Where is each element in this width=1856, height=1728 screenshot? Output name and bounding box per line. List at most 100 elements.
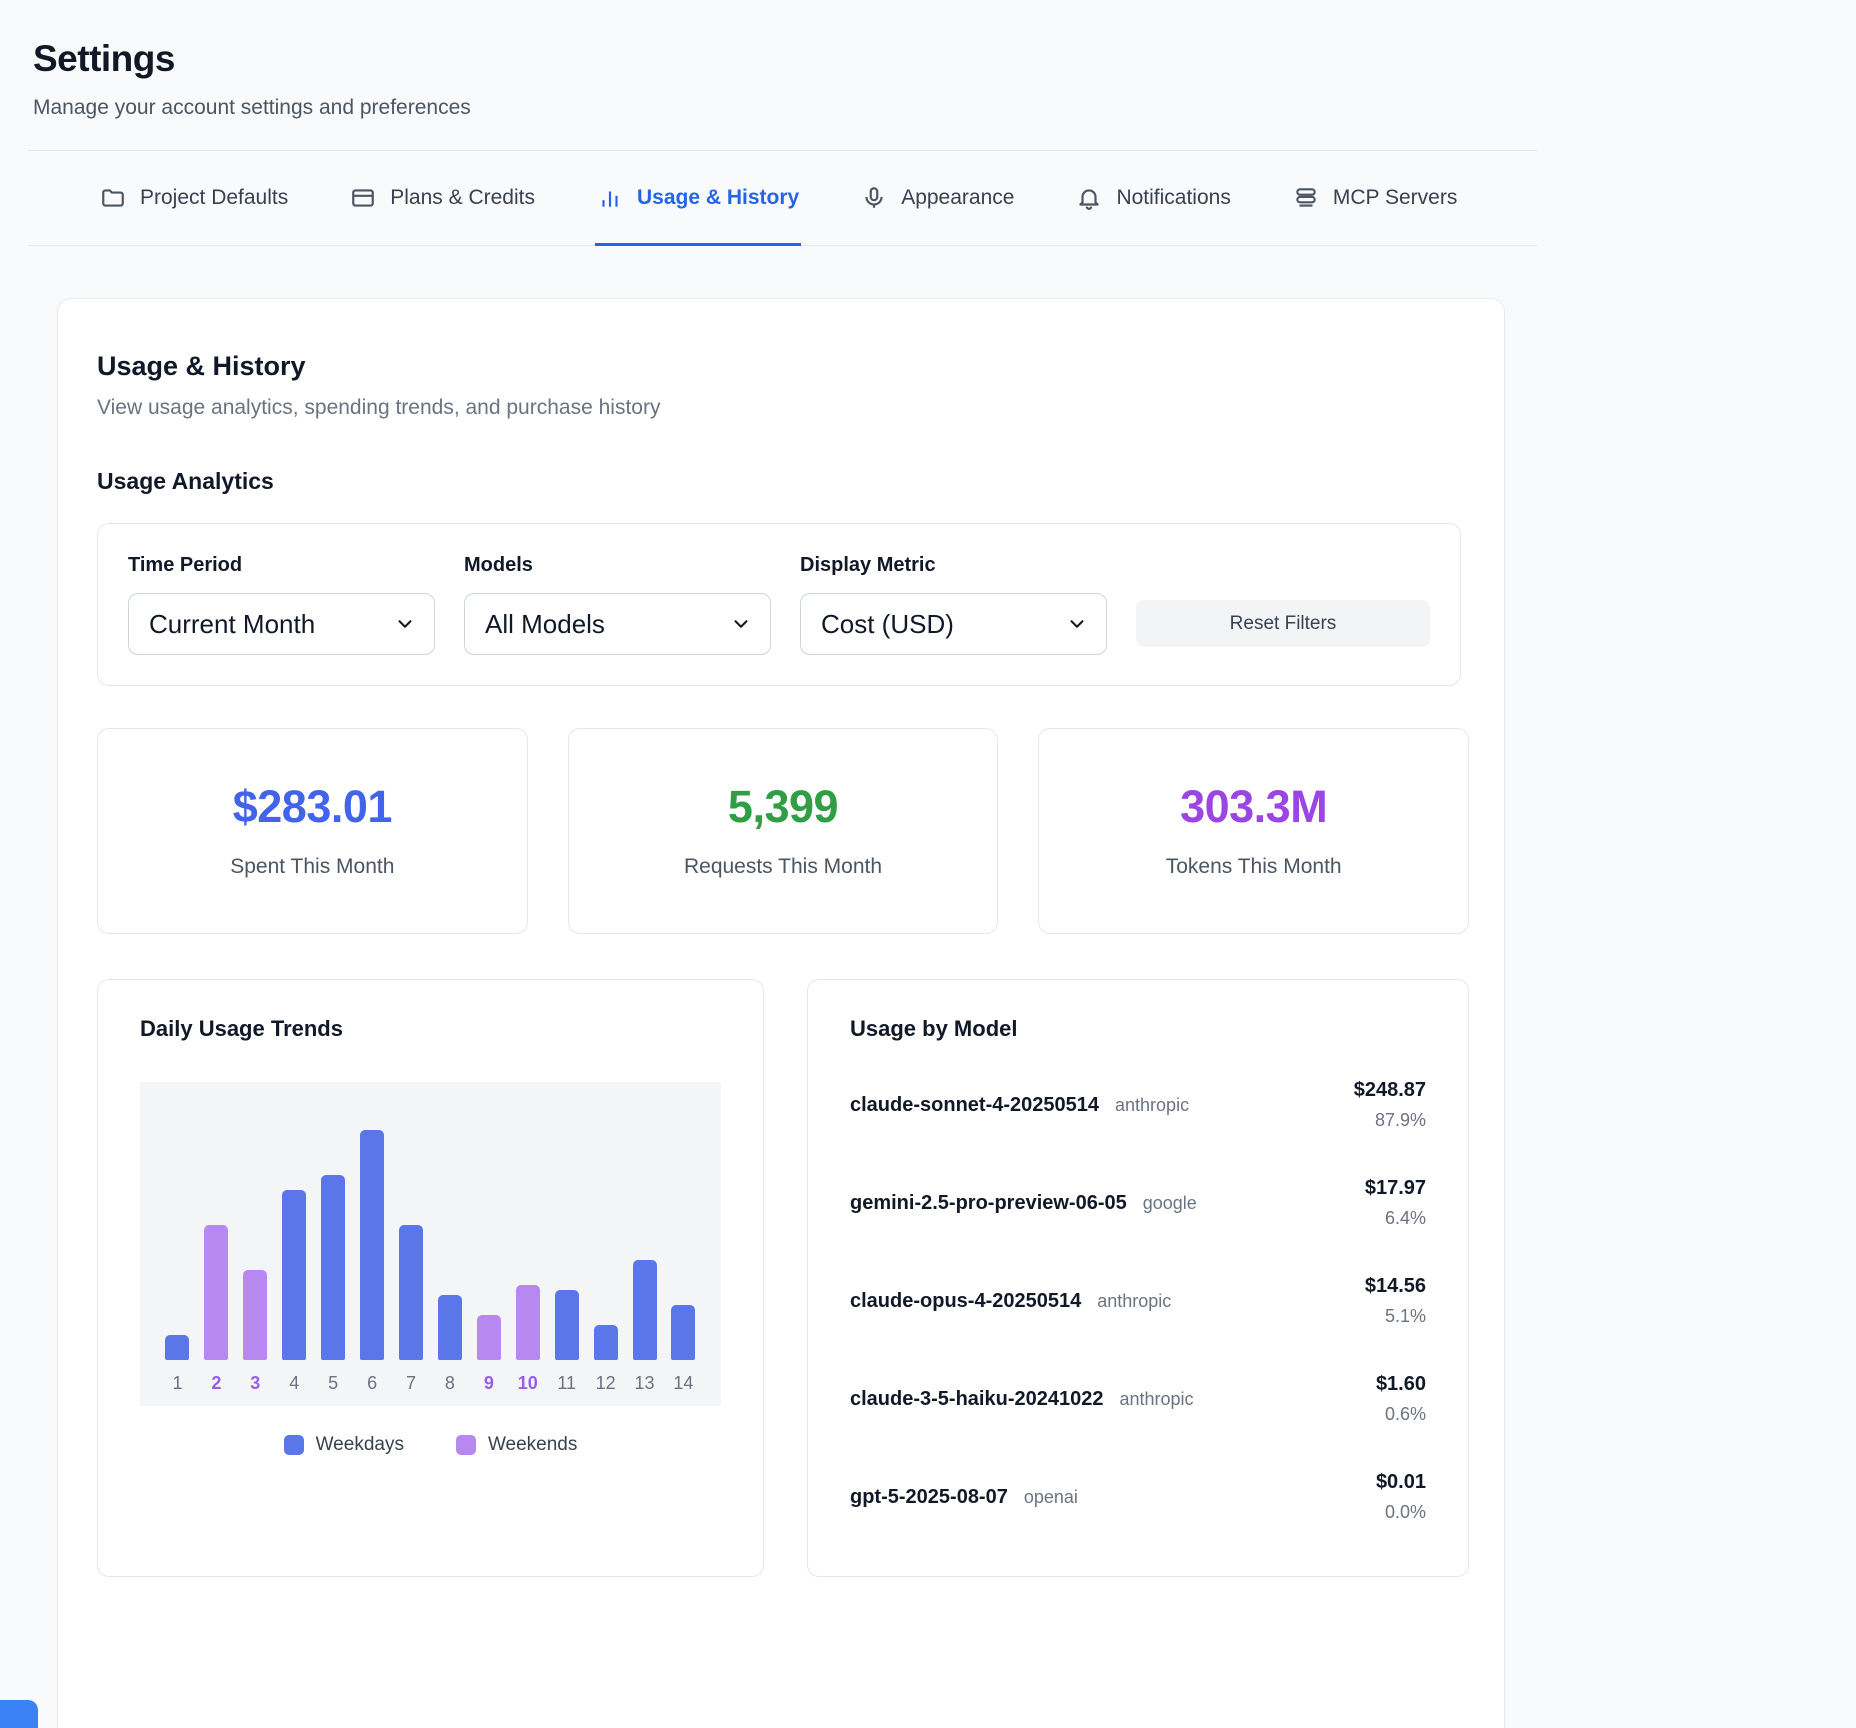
x-label-day-2: 2 <box>197 1373 236 1394</box>
bar-day-1 <box>165 1335 189 1360</box>
models-select[interactable]: All Models <box>464 593 771 655</box>
time-period-group: Time Period Current Month <box>128 554 435 655</box>
model-provider: anthropic <box>1115 1095 1189 1116</box>
stat-value-requests: 5,399 <box>579 781 988 833</box>
usage-by-model-title: Usage by Model <box>850 1016 1426 1042</box>
bar-day-9 <box>477 1315 501 1360</box>
model-name: claude-3-5-haiku-20241022 <box>850 1388 1103 1411</box>
page-title: Settings <box>33 38 1509 80</box>
model-percent: 5.1% <box>1365 1306 1426 1327</box>
legend-item-weekends: Weekends <box>456 1434 577 1456</box>
model-percent: 0.0% <box>1376 1502 1426 1523</box>
credit-card-icon <box>350 185 376 211</box>
model-name: claude-opus-4-20250514 <box>850 1290 1081 1313</box>
tab-label: Project Defaults <box>140 186 288 210</box>
model-row: gemini-2.5-pro-preview-06-05 google $17.… <box>850 1154 1426 1252</box>
tab-label: MCP Servers <box>1333 186 1457 210</box>
bar-day-6 <box>360 1130 384 1360</box>
bar-cell-day-4 <box>275 1116 314 1360</box>
x-label-day-5: 5 <box>314 1373 353 1394</box>
microphone-icon <box>861 185 887 211</box>
bar-day-12 <box>594 1325 618 1360</box>
tab-mcp-servers[interactable]: MCP Servers <box>1291 151 1459 246</box>
tab-plans-credits[interactable]: Plans & Credits <box>348 151 537 246</box>
bar-day-14 <box>671 1305 695 1360</box>
model-row: gpt-5-2025-08-07 openai $0.01 0.0% <box>850 1448 1426 1546</box>
tab-label: Plans & Credits <box>390 186 535 210</box>
model-percent: 6.4% <box>1365 1208 1426 1229</box>
x-label-day-9: 9 <box>469 1373 508 1394</box>
display-metric-group: Display Metric Cost (USD) <box>800 554 1107 655</box>
model-name: gemini-2.5-pro-preview-06-05 <box>850 1192 1127 1215</box>
chevron-down-icon <box>394 613 416 635</box>
model-provider: anthropic <box>1097 1291 1171 1312</box>
bar-cell-day-5 <box>314 1116 353 1360</box>
usage-analytics-heading: Usage Analytics <box>97 468 1465 495</box>
bar-day-4 <box>282 1190 306 1360</box>
stat-card-tokens: 303.3M Tokens This Month <box>1038 728 1469 934</box>
page-header: Settings Manage your account settings an… <box>0 0 1537 120</box>
tab-usage-history[interactable]: Usage & History <box>595 151 801 246</box>
weekends-swatch <box>456 1435 476 1455</box>
bar-cell-day-2 <box>197 1116 236 1360</box>
floating-widget-button[interactable] <box>0 1700 38 1728</box>
x-label-day-12: 12 <box>586 1373 625 1394</box>
x-label-day-3: 3 <box>236 1373 275 1394</box>
model-percent: 87.9% <box>1354 1110 1426 1131</box>
display-metric-value: Cost (USD) <box>821 609 954 640</box>
bar-cell-day-1 <box>158 1116 197 1360</box>
tab-notifications[interactable]: Notifications <box>1074 151 1232 246</box>
bar-cell-day-9 <box>469 1116 508 1360</box>
model-row: claude-3-5-haiku-20241022 anthropic $1.6… <box>850 1350 1426 1448</box>
model-cost: $17.97 <box>1365 1177 1426 1200</box>
bar-cell-day-13 <box>625 1116 664 1360</box>
bar-cell-day-3 <box>236 1116 275 1360</box>
x-label-day-11: 11 <box>547 1373 586 1394</box>
bar-day-8 <box>438 1295 462 1360</box>
bell-icon <box>1076 185 1102 211</box>
model-percent: 0.6% <box>1376 1404 1426 1425</box>
filter-bar: Time Period Current Month Models All Mod… <box>97 523 1461 686</box>
bar-cell-day-8 <box>430 1116 469 1360</box>
tab-label: Usage & History <box>637 186 799 210</box>
tab-label: Notifications <box>1116 186 1230 210</box>
models-value: All Models <box>485 609 605 640</box>
tab-appearance[interactable]: Appearance <box>859 151 1016 246</box>
bar-day-3 <box>243 1270 267 1360</box>
model-row: claude-sonnet-4-20250514 anthropic $248.… <box>850 1056 1426 1154</box>
bar-day-13 <box>633 1260 657 1360</box>
bar-cell-day-6 <box>353 1116 392 1360</box>
model-provider: openai <box>1024 1487 1078 1508</box>
page-column: Settings Manage your account settings an… <box>0 0 1537 1728</box>
x-label-day-10: 10 <box>508 1373 547 1394</box>
models-group: Models All Models <box>464 554 771 655</box>
time-period-value: Current Month <box>149 609 315 640</box>
x-label-day-14: 14 <box>664 1373 703 1394</box>
bar-cell-day-10 <box>508 1116 547 1360</box>
model-name: gpt-5-2025-08-07 <box>850 1486 1008 1509</box>
bar-cell-day-14 <box>664 1116 703 1360</box>
model-row: claude-opus-4-20250514 anthropic $14.56 … <box>850 1252 1426 1350</box>
time-period-select[interactable]: Current Month <box>128 593 435 655</box>
x-labels: 1234567891011121314 <box>158 1360 703 1406</box>
server-stack-icon <box>1293 185 1319 211</box>
reset-filters-button[interactable]: Reset Filters <box>1136 600 1430 647</box>
model-provider: anthropic <box>1119 1389 1193 1410</box>
tab-project-defaults[interactable]: Project Defaults <box>98 151 290 246</box>
x-label-day-6: 6 <box>353 1373 392 1394</box>
folder-icon <box>100 185 126 211</box>
stat-card-spent: $283.01 Spent This Month <box>97 728 528 934</box>
stat-card-requests: 5,399 Requests This Month <box>568 728 999 934</box>
bar-day-11 <box>555 1290 579 1360</box>
display-metric-select[interactable]: Cost (USD) <box>800 593 1107 655</box>
bar-chart-icon <box>597 185 623 211</box>
stat-label-spent: Spent This Month <box>108 855 517 879</box>
bar-day-5 <box>321 1175 345 1360</box>
model-name: claude-sonnet-4-20250514 <box>850 1094 1099 1117</box>
legend-label: Weekdays <box>316 1434 404 1456</box>
chart-title: Daily Usage Trends <box>140 1016 721 1042</box>
chevron-down-icon <box>1066 613 1088 635</box>
x-label-day-7: 7 <box>392 1373 431 1394</box>
model-cost: $14.56 <box>1365 1275 1426 1298</box>
model-cost: $248.87 <box>1354 1079 1426 1102</box>
